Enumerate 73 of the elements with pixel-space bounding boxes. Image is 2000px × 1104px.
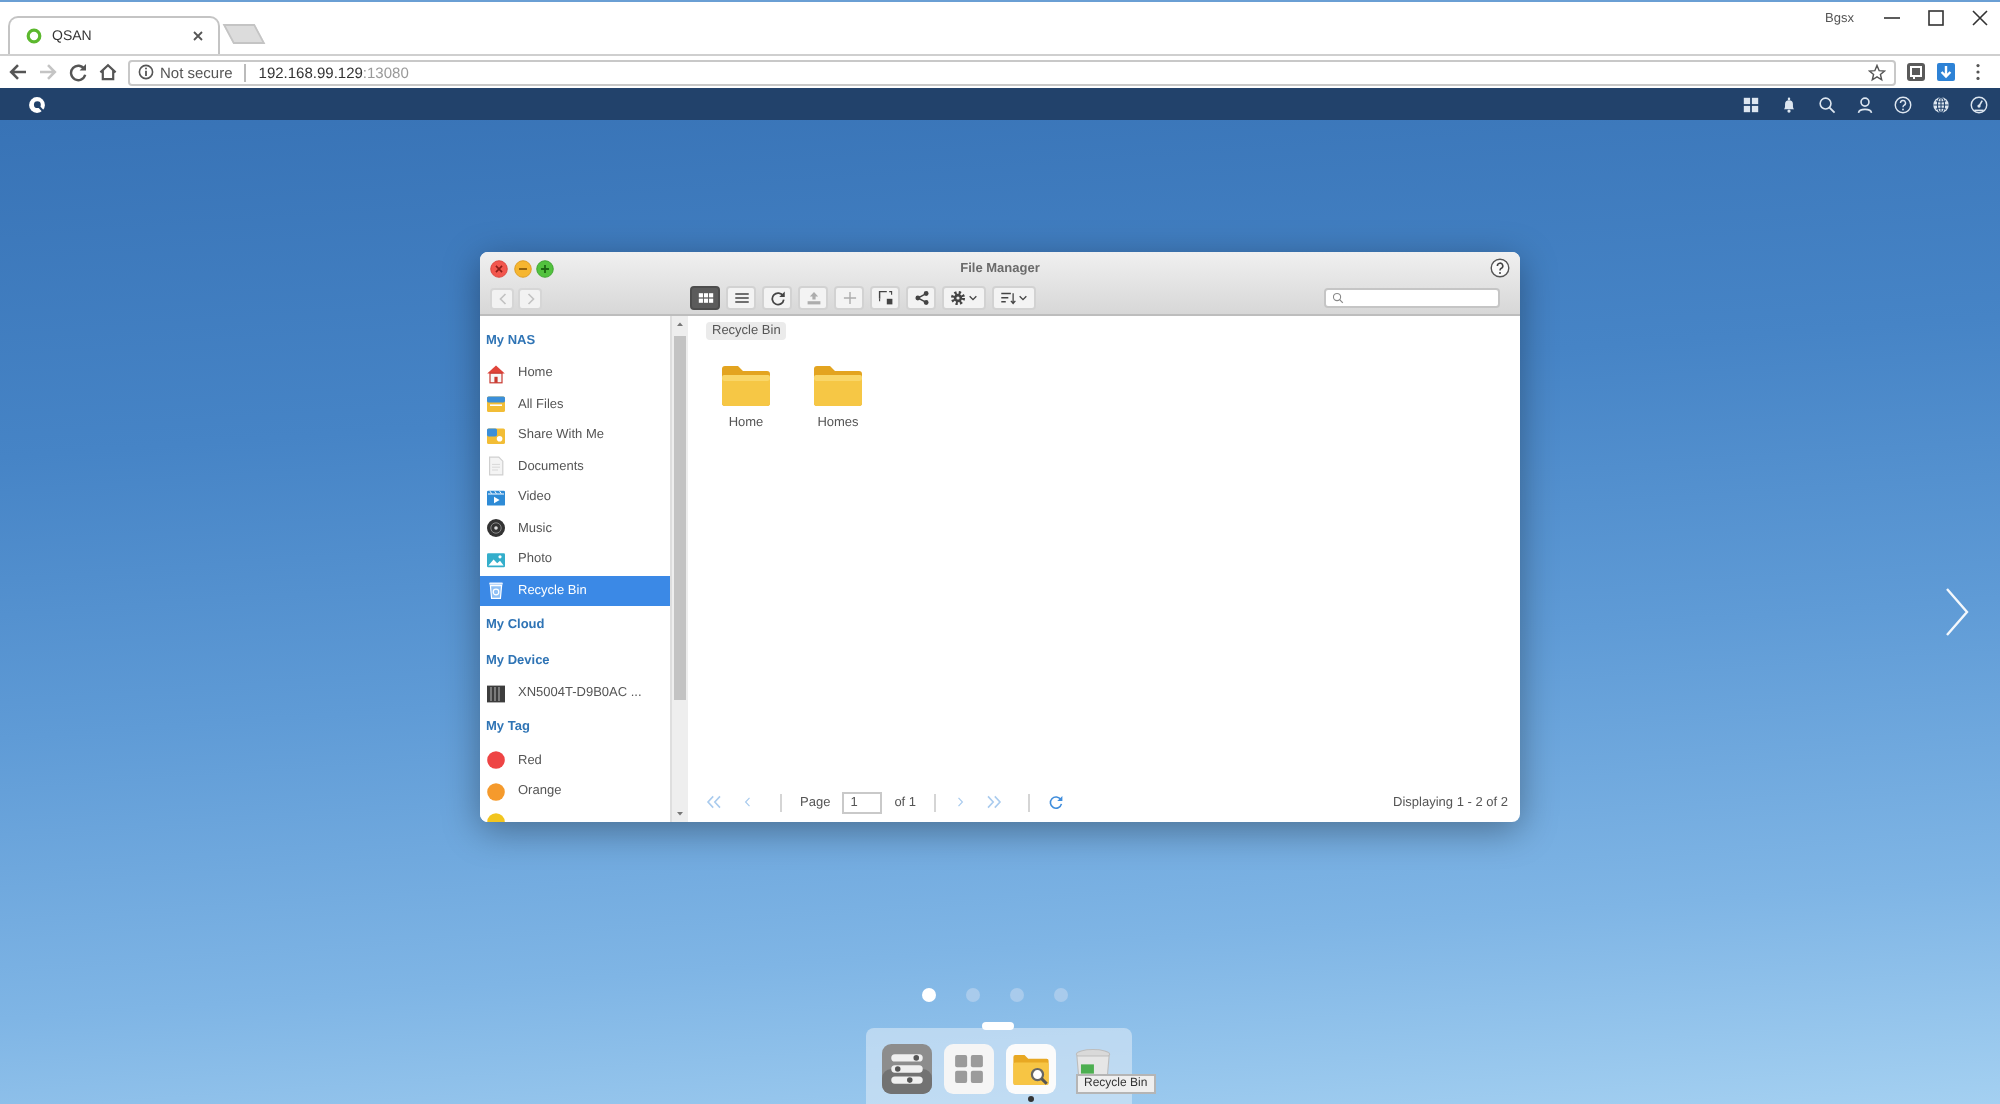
chevron-left-icon (742, 794, 754, 810)
disc-icon (486, 518, 506, 539)
logo-icon[interactable] (28, 95, 46, 113)
search-icon (1332, 292, 1344, 305)
dock-handle[interactable] (982, 1022, 1014, 1030)
chevron-right-icon (525, 291, 535, 306)
folder-icon (720, 364, 772, 406)
star-icon[interactable] (1868, 63, 1886, 81)
refresh-icon (769, 290, 785, 307)
document-icon (486, 456, 506, 477)
page-dot[interactable] (1010, 988, 1024, 1002)
copy-icon (877, 290, 893, 307)
close-icon[interactable] (192, 30, 204, 42)
folder-icon (812, 364, 864, 406)
extension-icon[interactable] (1906, 62, 1926, 82)
info-icon[interactable] (138, 64, 154, 80)
chevron-right-icon (954, 794, 967, 810)
page-dot[interactable] (1054, 988, 1068, 1002)
close-icon[interactable] (1970, 8, 1990, 28)
share-button[interactable] (906, 286, 936, 311)
folder-search-icon[interactable] (1006, 1044, 1056, 1094)
home-button[interactable] (98, 62, 118, 82)
settings-button[interactable] (942, 286, 986, 311)
copy-button[interactable] (870, 286, 900, 311)
list-view-button[interactable] (726, 286, 756, 311)
list-icon (733, 290, 749, 307)
search-icon[interactable] (1818, 95, 1836, 113)
caret-icon (968, 294, 978, 303)
gear-icon (950, 290, 966, 307)
maximize-icon[interactable] (1926, 8, 1946, 28)
user-icon[interactable] (1856, 95, 1874, 113)
house-icon (486, 363, 506, 384)
double-chevron-right-icon (986, 794, 1003, 810)
search-field[interactable] (1324, 288, 1500, 309)
running-indicator-icon (1028, 1096, 1034, 1102)
share-icon (913, 290, 929, 307)
folder-icon (486, 394, 506, 415)
minimize-button[interactable] (513, 259, 531, 278)
maximize-button[interactable] (536, 259, 554, 278)
upload-icon (805, 290, 821, 307)
caret-icon (1018, 294, 1028, 303)
chevron-right-icon[interactable] (1944, 586, 1970, 638)
refresh-button[interactable] (762, 286, 792, 311)
gauge-icon[interactable] (1970, 95, 1988, 113)
close-button[interactable] (490, 259, 508, 278)
help-icon[interactable] (1490, 258, 1510, 279)
widgets-icon[interactable] (1742, 95, 1760, 113)
refresh-icon[interactable] (1048, 794, 1065, 810)
server-icon (486, 683, 506, 704)
globe-icon[interactable] (1932, 95, 1950, 113)
scrollbar-thumb[interactable] (674, 336, 686, 700)
trash-icon (486, 580, 506, 601)
image-icon (486, 549, 506, 570)
clapperboard-icon (486, 487, 506, 508)
chevron-left-icon (497, 291, 507, 306)
page-dot[interactable] (966, 988, 980, 1002)
download-icon[interactable] (1936, 62, 1956, 82)
shared-folder-icon (486, 425, 506, 446)
menu-icon[interactable] (1974, 62, 1982, 82)
grid-icon (697, 290, 713, 307)
app-grid-icon[interactable] (944, 1044, 994, 1094)
plus-icon (841, 290, 857, 307)
reload-button[interactable] (68, 62, 88, 82)
double-chevron-left-icon (706, 794, 722, 810)
toggles-icon[interactable] (882, 1044, 932, 1094)
sort-button[interactable] (992, 286, 1036, 311)
back-button[interactable] (8, 62, 28, 82)
sort-icon (1000, 290, 1016, 307)
favicon-icon (26, 28, 42, 44)
bell-icon[interactable] (1780, 95, 1798, 113)
page-dot[interactable] (922, 988, 936, 1002)
grid-view-button[interactable] (690, 286, 720, 311)
scrollbar[interactable] (670, 316, 688, 822)
